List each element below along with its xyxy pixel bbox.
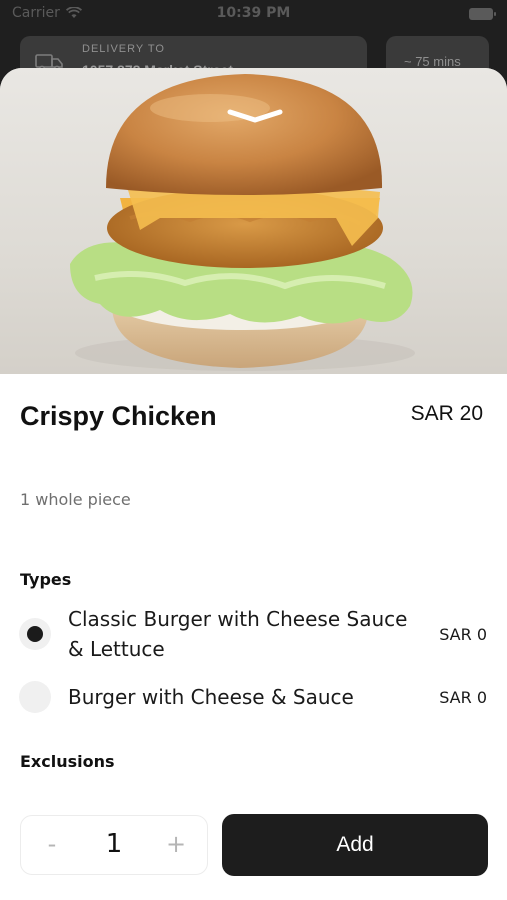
delivery-to-label: DELIVERY TO: [82, 43, 165, 55]
battery-icon: [469, 8, 496, 20]
exclusions-section-title: Exclusions: [20, 752, 115, 771]
type-option[interactable]: Classic Burger with Cheese Sauce & Lettu…: [0, 604, 507, 664]
type-option-label: Classic Burger with Cheese Sauce & Lettu…: [68, 607, 408, 661]
add-to-cart-button[interactable]: Add: [222, 814, 488, 876]
type-option-label: Burger with Cheese & Sauce: [68, 685, 354, 709]
status-time: 10:39 PM: [216, 5, 291, 21]
add-button-label: Add: [336, 833, 374, 856]
type-option[interactable]: Burger with Cheese & Sauce SAR 0: [0, 680, 507, 714]
product-sheet: Crispy Chicken SAR 20 1 whole piece Type…: [0, 68, 507, 900]
status-bar: Carrier 10:39 PM: [0, 0, 507, 28]
types-section-title: Types: [20, 570, 72, 589]
type-option-radio[interactable]: [19, 681, 51, 713]
product-title: Crispy Chicken: [20, 401, 217, 431]
sheet-grabber-chevron-icon[interactable]: [226, 108, 284, 124]
product-price: SAR 20: [410, 402, 483, 425]
type-option-price: SAR 0: [439, 625, 487, 644]
type-option-radio[interactable]: [19, 618, 51, 650]
quantity-stepper: - 1 +: [20, 815, 208, 875]
increment-button[interactable]: +: [161, 830, 191, 858]
product-description: 1 whole piece: [20, 490, 131, 509]
type-option-price: SAR 0: [439, 688, 487, 707]
